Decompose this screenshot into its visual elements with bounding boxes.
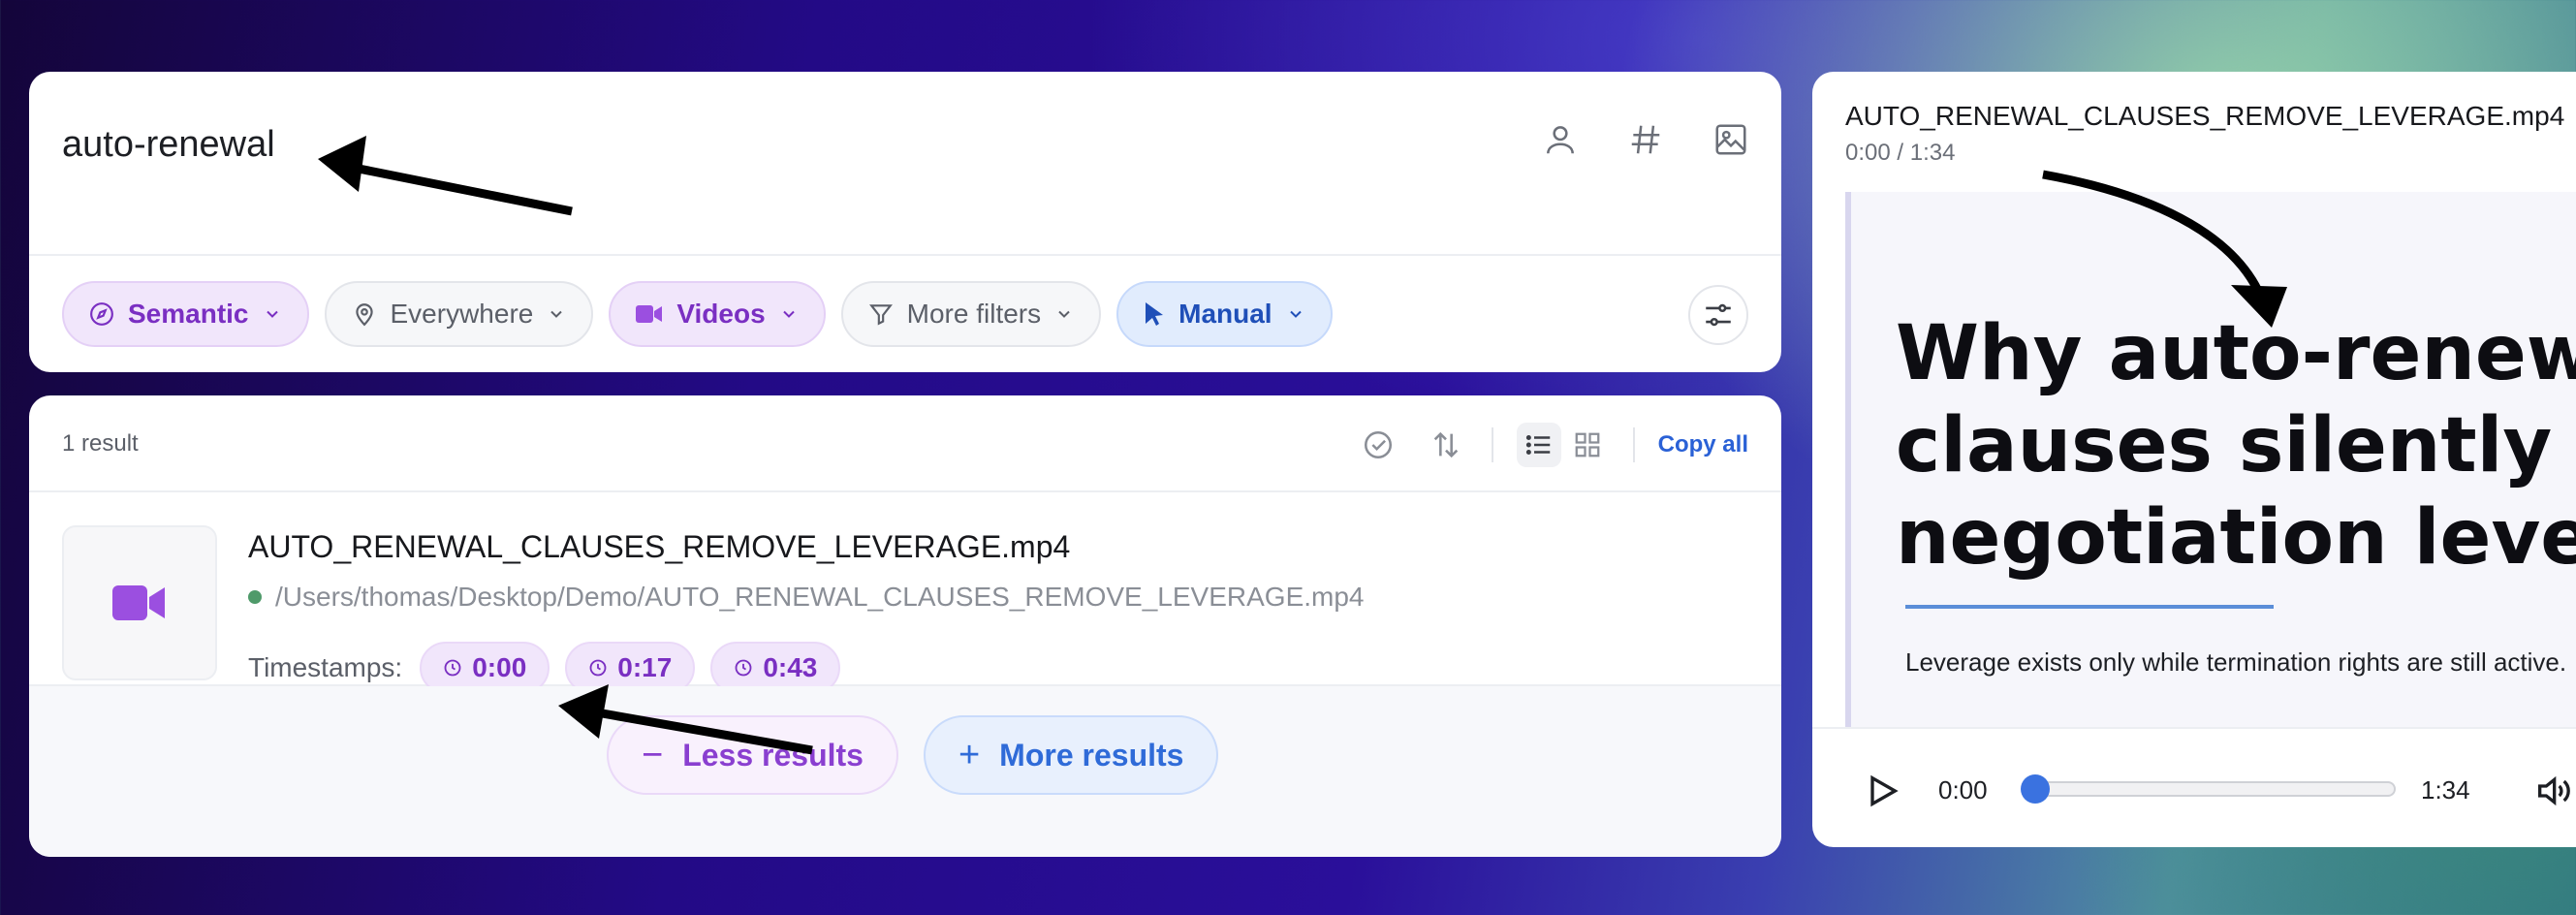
progress-knob[interactable] — [2021, 774, 2050, 804]
filter-label: More filters — [906, 299, 1042, 329]
grid-view-button[interactable] — [1565, 423, 1610, 467]
headline-line-3: negotiation leverage — [1896, 494, 2576, 582]
compass-icon — [90, 302, 113, 326]
clock-icon — [444, 659, 461, 677]
more-results-button[interactable]: + More results — [923, 715, 1219, 795]
less-results-button[interactable]: − Less results — [607, 715, 898, 795]
filter-row: Semantic Everywhere Videos More filters … — [62, 281, 1333, 347]
video-frame[interactable]: Why auto-renewal clauses silently remove… — [1845, 192, 2576, 727]
headline-line-1: Why auto-renewal — [1896, 310, 2576, 397]
location-pin-icon — [355, 303, 373, 327]
search-panel: Semantic Everywhere Videos More filters … — [29, 72, 1781, 372]
clock-icon — [589, 659, 607, 677]
headline-underline — [1905, 605, 2274, 609]
filter-everywhere[interactable]: Everywhere — [324, 281, 594, 347]
view-toggle — [1516, 423, 1610, 467]
copy-all-button[interactable]: Copy all — [1658, 431, 1748, 458]
video-caption: Leverage exists only while termination r… — [1905, 647, 2567, 677]
timestamp-value: 0:00 — [472, 652, 527, 682]
result-count: 1 result — [62, 430, 139, 457]
filter-more-filters[interactable]: More filters — [840, 281, 1102, 347]
results-header: 1 result Copy all — [29, 395, 1781, 492]
player-title: AUTO_RENEWAL_CLAUSES_REMOVE_LEVERAGE.mp4 — [1845, 101, 2565, 131]
video-player-panel: AUTO_RENEWAL_CLAUSES_REMOVE_LEVERAGE.mp4… — [1812, 72, 2576, 847]
plus-icon: + — [958, 734, 981, 775]
filter-semantic[interactable]: Semantic — [62, 281, 309, 347]
select-all-button[interactable] — [1356, 423, 1400, 467]
divider — [1491, 427, 1493, 462]
person-icon[interactable] — [1539, 118, 1582, 161]
current-time: 0:00 — [1938, 775, 1988, 805]
speaker-icon — [2538, 775, 2570, 806]
chevron-down-icon — [266, 310, 278, 318]
volume-button[interactable] — [2533, 772, 2572, 810]
list-icon — [1525, 435, 1550, 455]
chevron-down-icon — [550, 310, 563, 318]
play-icon — [1870, 774, 1899, 807]
filter-label: Manual — [1178, 299, 1272, 329]
filter-label: Everywhere — [390, 299, 534, 329]
check-circle-icon — [1364, 430, 1392, 459]
more-results-label: More results — [999, 737, 1184, 773]
funnel-icon — [868, 304, 893, 326]
divider — [1632, 427, 1635, 462]
filter-videos[interactable]: Videos — [609, 281, 826, 347]
grid-icon — [1575, 432, 1600, 458]
hashtag-icon[interactable] — [1624, 118, 1667, 161]
sort-icon — [1433, 431, 1458, 458]
result-path: /Users/thomas/Desktop/Demo/AUTO_RENEWAL_… — [248, 582, 1365, 613]
sliders-icon — [1706, 303, 1731, 327]
results-footer: − Less results + More results — [29, 686, 1781, 857]
settings-button[interactable] — [1688, 285, 1748, 345]
timestamps-label: Timestamps: — [248, 652, 403, 682]
search-input[interactable] — [62, 110, 837, 178]
video-camera-icon — [636, 305, 663, 323]
chevron-down-icon — [1289, 310, 1302, 318]
status-dot — [248, 590, 262, 604]
player-controls: 0:00 1:34 — [1812, 727, 2576, 847]
search-icons — [1539, 118, 1752, 161]
results-toolbar: Copy all — [1356, 423, 1748, 467]
progress-scrubber[interactable] — [2021, 774, 2396, 804]
list-view-button[interactable] — [1516, 423, 1561, 467]
chevron-down-icon — [782, 310, 795, 318]
video-thumbnail[interactable] — [62, 525, 217, 680]
result-title[interactable]: AUTO_RENEWAL_CLAUSES_REMOVE_LEVERAGE.mp4 — [248, 529, 1070, 565]
result-path-text: /Users/thomas/Desktop/Demo/AUTO_RENEWAL_… — [275, 582, 1365, 612]
filter-manual[interactable]: Manual — [1116, 281, 1333, 347]
timestamp-value: 0:43 — [763, 652, 818, 682]
image-icon[interactable] — [1710, 118, 1752, 161]
minus-icon: − — [642, 734, 664, 775]
filter-label: Videos — [676, 299, 766, 329]
player-time: 0:00 / 1:34 — [1845, 140, 1956, 166]
results-panel: 1 result Copy all AUTO_RENEWAL_CLAUSES_R… — [29, 395, 1781, 857]
chevron-down-icon — [1058, 310, 1070, 318]
pagination-buttons: − Less results + More results — [607, 715, 1219, 795]
headline-line-2-a: clauses silently — [1896, 402, 2576, 489]
video-headline: Why auto-renewal clauses silently remove… — [1896, 308, 2576, 584]
play-button[interactable] — [1863, 772, 1901, 810]
timestamp-value: 0:17 — [617, 652, 673, 682]
total-time: 1:34 — [2421, 775, 2470, 805]
less-results-label: Less results — [682, 737, 864, 773]
cursor-icon — [1146, 302, 1164, 326]
video-camera-icon — [112, 585, 165, 620]
filter-label: Semantic — [128, 299, 249, 329]
headline-line-2: clauses silently remove — [1896, 400, 2576, 492]
sort-button[interactable] — [1424, 423, 1468, 467]
clock-icon — [735, 659, 752, 677]
